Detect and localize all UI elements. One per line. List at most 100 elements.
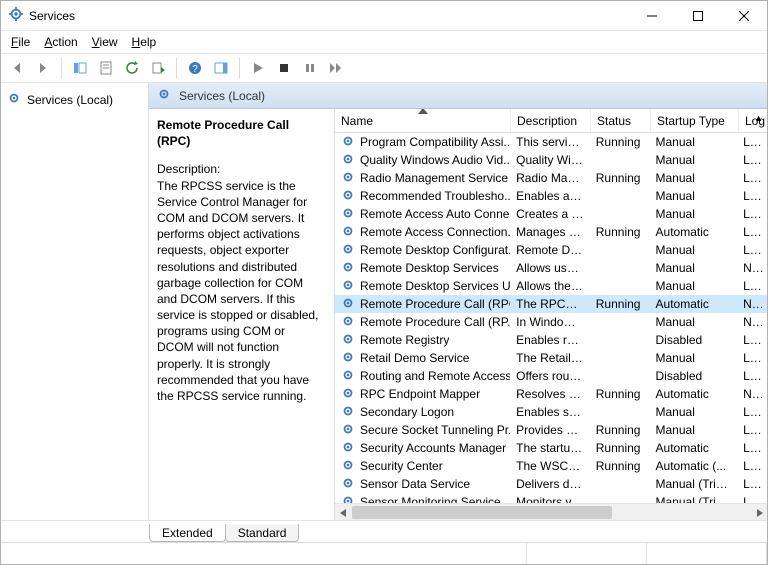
maximize-button[interactable]: [675, 1, 721, 31]
tab-extended[interactable]: Extended: [149, 524, 226, 542]
stop-service-button[interactable]: [272, 56, 296, 80]
service-startup: Manual: [650, 153, 738, 167]
nav-pane[interactable]: Services (Local): [1, 83, 149, 520]
service-startup: Automatic: [650, 387, 738, 401]
back-button[interactable]: [5, 56, 29, 80]
show-hide-tree-button[interactable]: [68, 56, 92, 80]
services-list[interactable]: Name Description Status Startup Type Log…: [335, 109, 767, 520]
start-service-button[interactable]: [246, 56, 270, 80]
service-name: Remote Procedure Call (RPC): [360, 297, 510, 311]
horizontal-scrollbar[interactable]: [335, 503, 767, 520]
show-hide-action-pane-button[interactable]: [209, 56, 233, 80]
forward-button[interactable]: [31, 56, 55, 80]
menu-help[interactable]: Help: [132, 35, 157, 49]
service-description: The startup ...: [510, 441, 590, 455]
service-row[interactable]: Remote Procedure Call (RPC)The RPCSS s..…: [335, 295, 767, 313]
refresh-button[interactable]: [120, 56, 144, 80]
service-row[interactable]: Remote RegistryEnables rem...DisabledLoc…: [335, 331, 767, 349]
service-description: Allows the r...: [510, 279, 590, 293]
menu-file[interactable]: File: [11, 35, 30, 49]
close-button[interactable]: [721, 1, 767, 31]
column-headers: Name Description Status Startup Type Log…: [335, 109, 767, 133]
service-row[interactable]: Sensor Data ServiceDelivers dat...Manual…: [335, 475, 767, 493]
service-description: In Windows...: [510, 315, 590, 329]
service-row[interactable]: Security Accounts ManagerThe startup ...…: [335, 439, 767, 457]
service-row[interactable]: Remote Access Connection...Manages di...…: [335, 223, 767, 241]
properties-button[interactable]: [94, 56, 118, 80]
service-row[interactable]: Secure Socket Tunneling Pr...Provides su…: [335, 421, 767, 439]
nav-root-label: Services (Local): [27, 93, 113, 107]
service-logon: Loca: [737, 459, 767, 473]
service-row[interactable]: Remote Desktop ServicesAllows user...Man…: [335, 259, 767, 277]
service-row[interactable]: Remote Desktop Services U...Allows the r…: [335, 277, 767, 295]
service-status: Running: [590, 459, 650, 473]
service-logon: Netw: [737, 387, 767, 401]
gear-icon: [341, 422, 355, 439]
col-status[interactable]: Status: [591, 109, 651, 132]
service-name: Remote Access Auto Conne...: [360, 207, 510, 221]
content-header-label: Services (Local): [179, 89, 265, 103]
service-row[interactable]: Remote Desktop Configurat...Remote Des..…: [335, 241, 767, 259]
service-description: Allows user...: [510, 261, 590, 275]
service-logon: Loca: [737, 369, 767, 383]
service-startup: Disabled: [650, 333, 738, 347]
service-row[interactable]: Retail Demo ServiceThe Retail D...Manual…: [335, 349, 767, 367]
menubar: File Action View Help: [1, 31, 767, 53]
service-description: The Retail D...: [510, 351, 590, 365]
service-status: Running: [590, 171, 650, 185]
service-status: Running: [590, 225, 650, 239]
scrollbar-thumb[interactable]: [352, 506, 612, 519]
service-logon: Loca: [737, 423, 767, 437]
col-description[interactable]: Description: [511, 109, 591, 132]
service-description: Enables aut...: [510, 189, 590, 203]
description-label: Description:: [157, 161, 324, 177]
col-logon[interactable]: Log▲: [739, 109, 767, 132]
service-name: RPC Endpoint Mapper: [360, 387, 480, 401]
service-row[interactable]: Radio Management ServiceRadio Mana...Run…: [335, 169, 767, 187]
service-row[interactable]: RPC Endpoint MapperResolves RP...Running…: [335, 385, 767, 403]
service-startup: Manual: [650, 243, 738, 257]
service-row[interactable]: Remote Access Auto Conne...Creates a co.…: [335, 205, 767, 223]
gear-icon: [341, 332, 355, 349]
toolbar-separator: [176, 57, 177, 79]
service-logon: Loca: [737, 207, 767, 221]
col-name[interactable]: Name: [335, 109, 511, 132]
content-header: Services (Local): [149, 83, 767, 109]
help-button[interactable]: ?: [183, 56, 207, 80]
scroll-up-icon[interactable]: ▲: [754, 113, 763, 123]
main-pane: Services (Local) Remote Procedure Call (…: [149, 83, 767, 520]
service-logon: Loca: [737, 153, 767, 167]
service-row[interactable]: Remote Procedure Call (RP...In Windows..…: [335, 313, 767, 331]
service-row[interactable]: Routing and Remote AccessOffers routi...…: [335, 367, 767, 385]
pause-service-button[interactable]: [298, 56, 322, 80]
service-row[interactable]: Recommended Troublesho...Enables aut...M…: [335, 187, 767, 205]
restart-service-button[interactable]: [324, 56, 348, 80]
service-name: Remote Registry: [360, 333, 449, 347]
tab-standard[interactable]: Standard: [225, 524, 300, 542]
service-name: Program Compatibility Assi...: [360, 135, 510, 149]
col-startup-type[interactable]: Startup Type: [651, 109, 739, 132]
scroll-right-icon[interactable]: [750, 504, 767, 521]
nav-root-services-local[interactable]: Services (Local): [3, 87, 146, 112]
service-row[interactable]: Program Compatibility Assi...This servic…: [335, 133, 767, 151]
description-text: The RPCSS service is the Service Control…: [157, 178, 324, 405]
service-status: Running: [590, 297, 650, 311]
service-row[interactable]: Quality Windows Audio Vid...Quality Win.…: [335, 151, 767, 169]
scroll-left-icon[interactable]: [335, 504, 352, 521]
service-logon: Loca: [737, 441, 767, 455]
service-row[interactable]: Sensor Monitoring ServiceMonitors va...M…: [335, 493, 767, 503]
minimize-button[interactable]: [629, 1, 675, 31]
service-description: Creates a co...: [510, 207, 590, 221]
service-row[interactable]: Secondary LogonEnables star...ManualLoca: [335, 403, 767, 421]
gear-icon: [341, 152, 355, 169]
menu-view[interactable]: View: [92, 35, 118, 49]
service-row[interactable]: Security CenterThe WSCSV...RunningAutoma…: [335, 457, 767, 475]
menu-action[interactable]: Action: [44, 35, 77, 49]
service-logon: Loca: [737, 135, 767, 149]
titlebar: Services: [1, 1, 767, 31]
service-rows[interactable]: Program Compatibility Assi...This servic…: [335, 133, 767, 503]
service-description: Resolves RP...: [510, 387, 590, 401]
gear-icon: [341, 296, 355, 313]
export-list-button[interactable]: [146, 56, 170, 80]
gear-icon: [341, 458, 355, 475]
